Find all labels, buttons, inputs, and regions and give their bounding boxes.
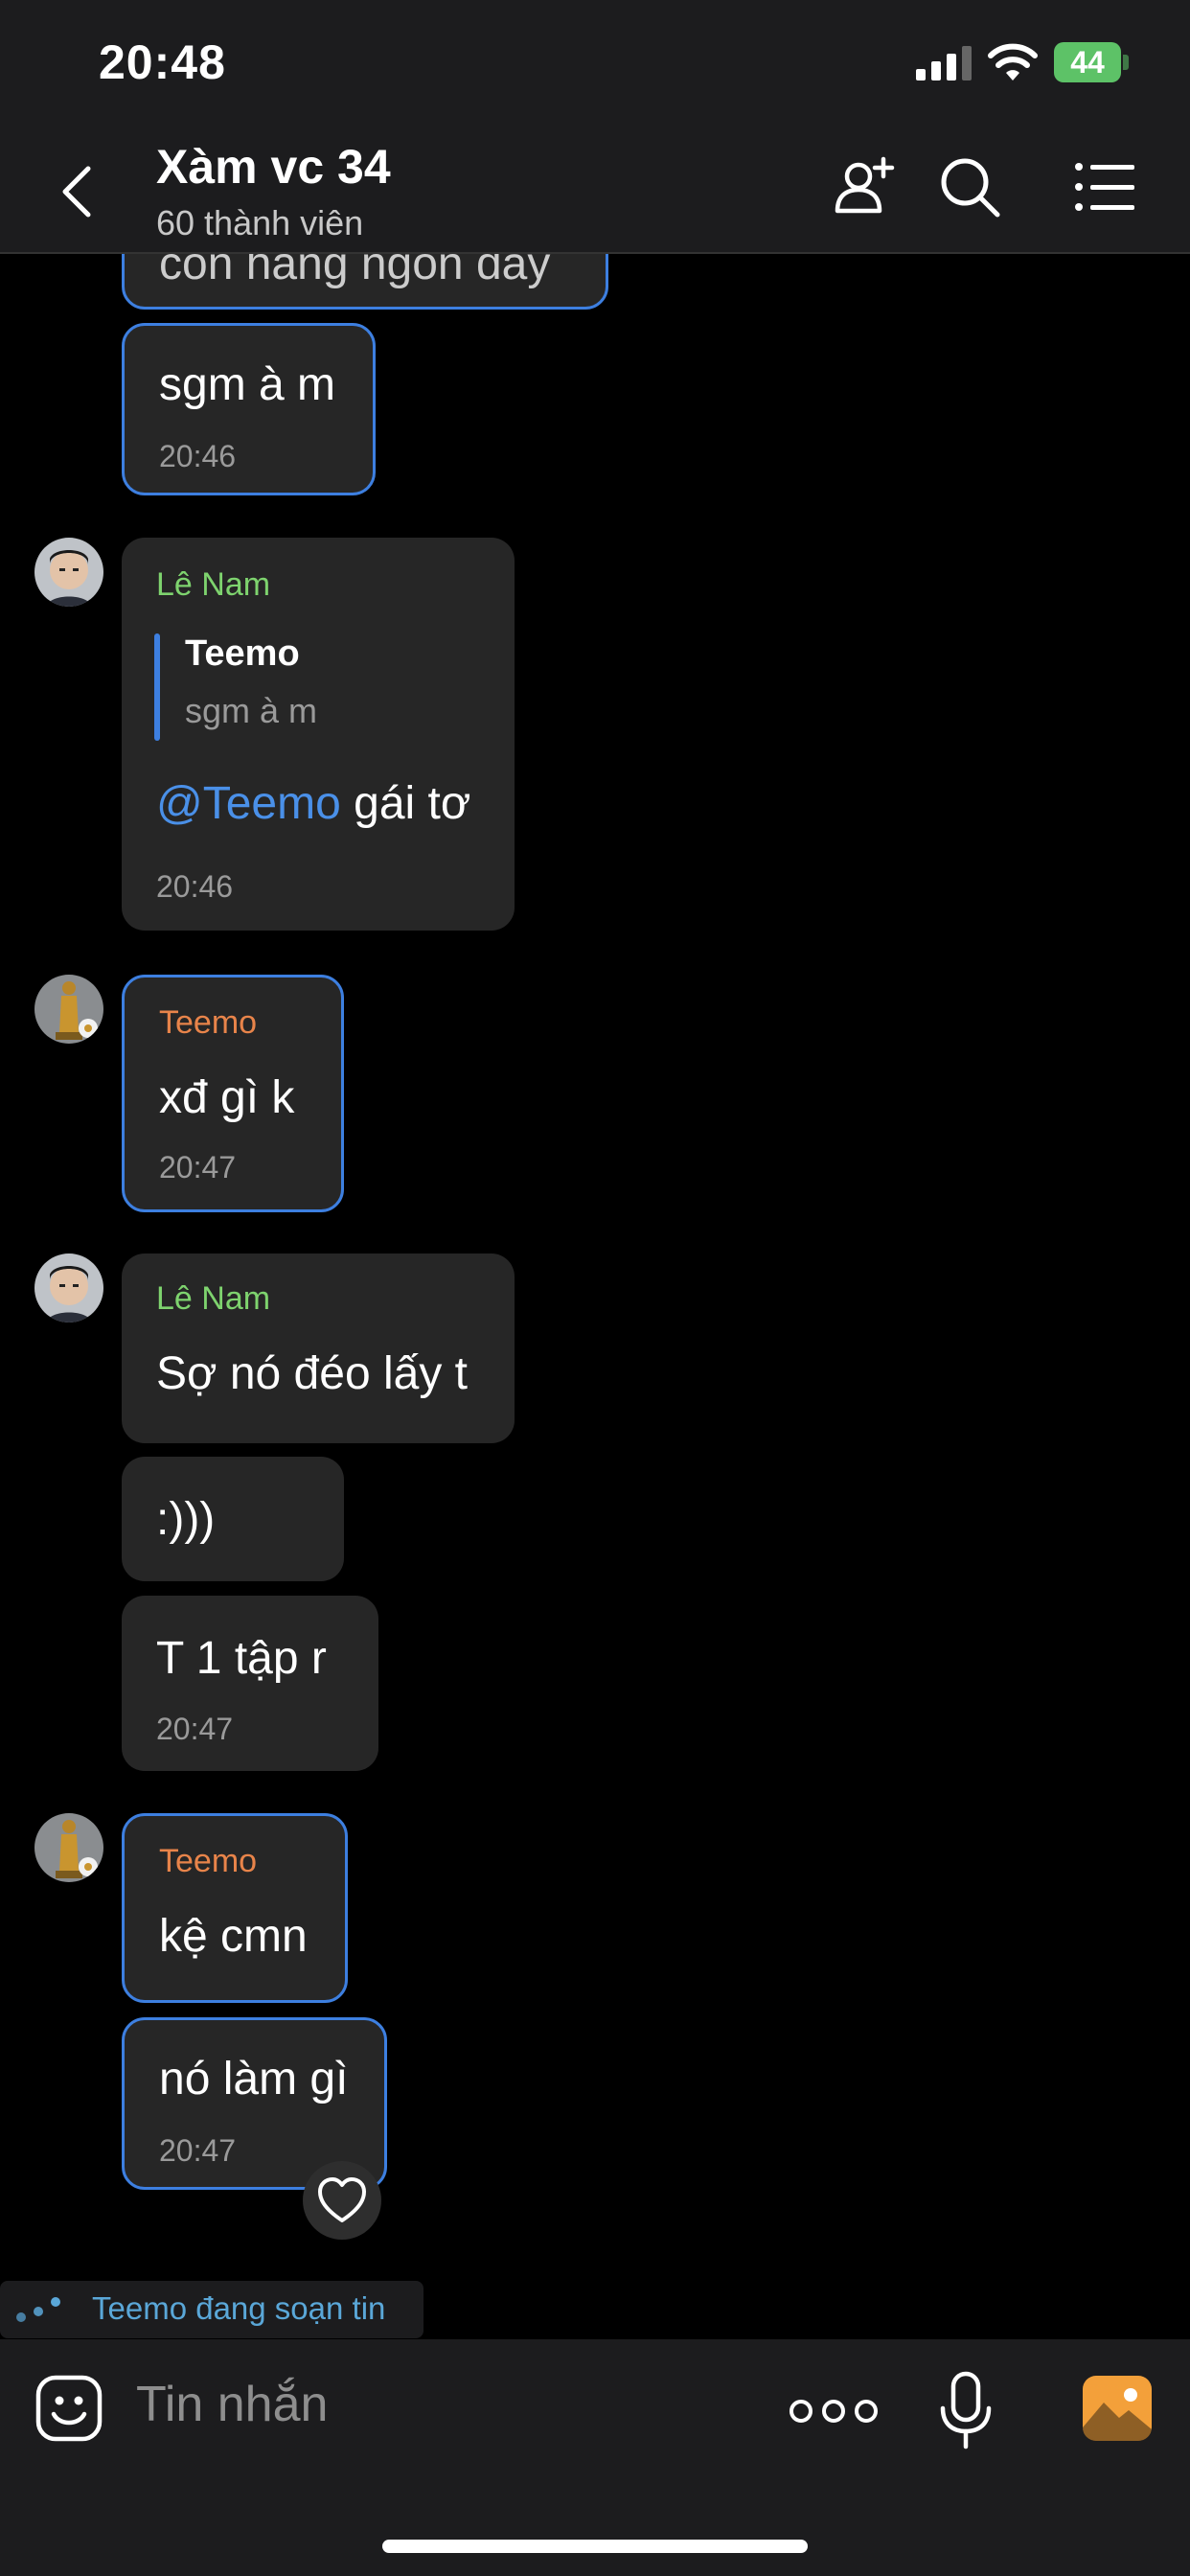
wifi-icon bbox=[988, 43, 1038, 80]
message-text: T 1 tập r bbox=[156, 1633, 327, 1684]
message-time: 20:47 bbox=[156, 1712, 234, 1746]
typing-indicator: Teemo đang soạn tin bbox=[0, 2281, 423, 2338]
avatar-le-nam[interactable] bbox=[34, 1254, 103, 1322]
message-time: 20:46 bbox=[156, 869, 234, 904]
message-bubble[interactable]: còn hàng ngon đây bbox=[122, 254, 608, 310]
add-member-icon[interactable] bbox=[830, 153, 897, 220]
message-bubble[interactable]: Teemo xđ gì k 20:47 bbox=[122, 975, 344, 1212]
member-count: 60 thành viên bbox=[156, 203, 364, 242]
message-bubble[interactable]: :))) bbox=[122, 1457, 344, 1581]
typing-dots-icon bbox=[16, 2297, 60, 2322]
mention-link[interactable]: @Teemo bbox=[156, 778, 341, 829]
message-time: 20:47 bbox=[159, 2133, 237, 2168]
message-text: :))) bbox=[156, 1494, 216, 1545]
message-text-rest: gái tơ bbox=[340, 778, 471, 829]
more-options-icon[interactable] bbox=[788, 2392, 880, 2430]
back-icon[interactable] bbox=[57, 163, 96, 220]
message-input[interactable]: Tin nhắn bbox=[136, 2376, 328, 2433]
message-time: 20:46 bbox=[159, 439, 237, 473]
message-text: kệ cmn bbox=[159, 1911, 308, 1962]
message-text: xđ gì k bbox=[159, 1072, 295, 1123]
sender-name: Teemo bbox=[159, 1004, 258, 1041]
sender-name: Lê Nam bbox=[156, 1280, 271, 1317]
message-text: @Teemo gái tơ bbox=[156, 777, 470, 830]
message-text: Sợ nó đéo lấy t bbox=[156, 1348, 469, 1399]
chat-title: Xàm vc 34 bbox=[156, 140, 391, 194]
message-bubble[interactable]: sgm à m 20:46 bbox=[122, 323, 376, 495]
message-bubble[interactable]: Lê Nam Teemo sgm à m @Teemo gái tơ 20:46 bbox=[122, 538, 515, 931]
quote-bar bbox=[154, 633, 160, 741]
avatar-le-nam[interactable] bbox=[34, 538, 103, 607]
status-time: 20:48 bbox=[99, 35, 226, 89]
battery-icon: 44 bbox=[1054, 42, 1131, 82]
sender-name: Teemo bbox=[159, 1843, 258, 1879]
message-text: nó làm gì bbox=[159, 2054, 349, 2104]
cellular-signal-icon bbox=[916, 46, 972, 80]
typing-text: Teemo đang soạn tin bbox=[92, 2290, 386, 2326]
message-text: sgm à m bbox=[159, 359, 336, 410]
quote-text: sgm à m bbox=[185, 691, 318, 730]
message-bubble[interactable]: Lê Nam Sợ nó đéo lấy t bbox=[122, 1254, 515, 1443]
menu-list-icon[interactable] bbox=[1071, 153, 1138, 220]
home-indicator bbox=[382, 2540, 808, 2553]
status-bar: 20:48 44 bbox=[0, 0, 1190, 125]
message-text: còn hàng ngon đây bbox=[159, 254, 551, 289]
heart-icon bbox=[318, 2177, 366, 2222]
battery-level: 44 bbox=[1070, 45, 1105, 80]
reaction-button[interactable] bbox=[303, 2161, 381, 2240]
microphone-icon[interactable] bbox=[935, 2370, 996, 2452]
message-bubble[interactable]: Teemo kệ cmn bbox=[122, 1813, 348, 2003]
avatar-teemo[interactable] bbox=[34, 1813, 103, 1882]
chat-messages[interactable]: còn hàng ngon đây sgm à m 20:46 Lê Nam T… bbox=[0, 254, 1190, 2338]
photo-gallery-icon[interactable] bbox=[1081, 2374, 1154, 2443]
quote-sender: Teemo bbox=[185, 633, 300, 674]
message-input-bar: Tin nhắn bbox=[0, 2339, 1190, 2576]
sender-name: Lê Nam bbox=[156, 566, 271, 603]
sticker-icon[interactable] bbox=[34, 2374, 103, 2443]
search-icon[interactable] bbox=[936, 153, 1003, 220]
chat-header: Xàm vc 34 60 thành viên bbox=[0, 125, 1190, 254]
message-bubble[interactable]: T 1 tập r 20:47 bbox=[122, 1596, 378, 1771]
avatar-teemo[interactable] bbox=[34, 975, 103, 1044]
message-time: 20:47 bbox=[159, 1150, 237, 1184]
